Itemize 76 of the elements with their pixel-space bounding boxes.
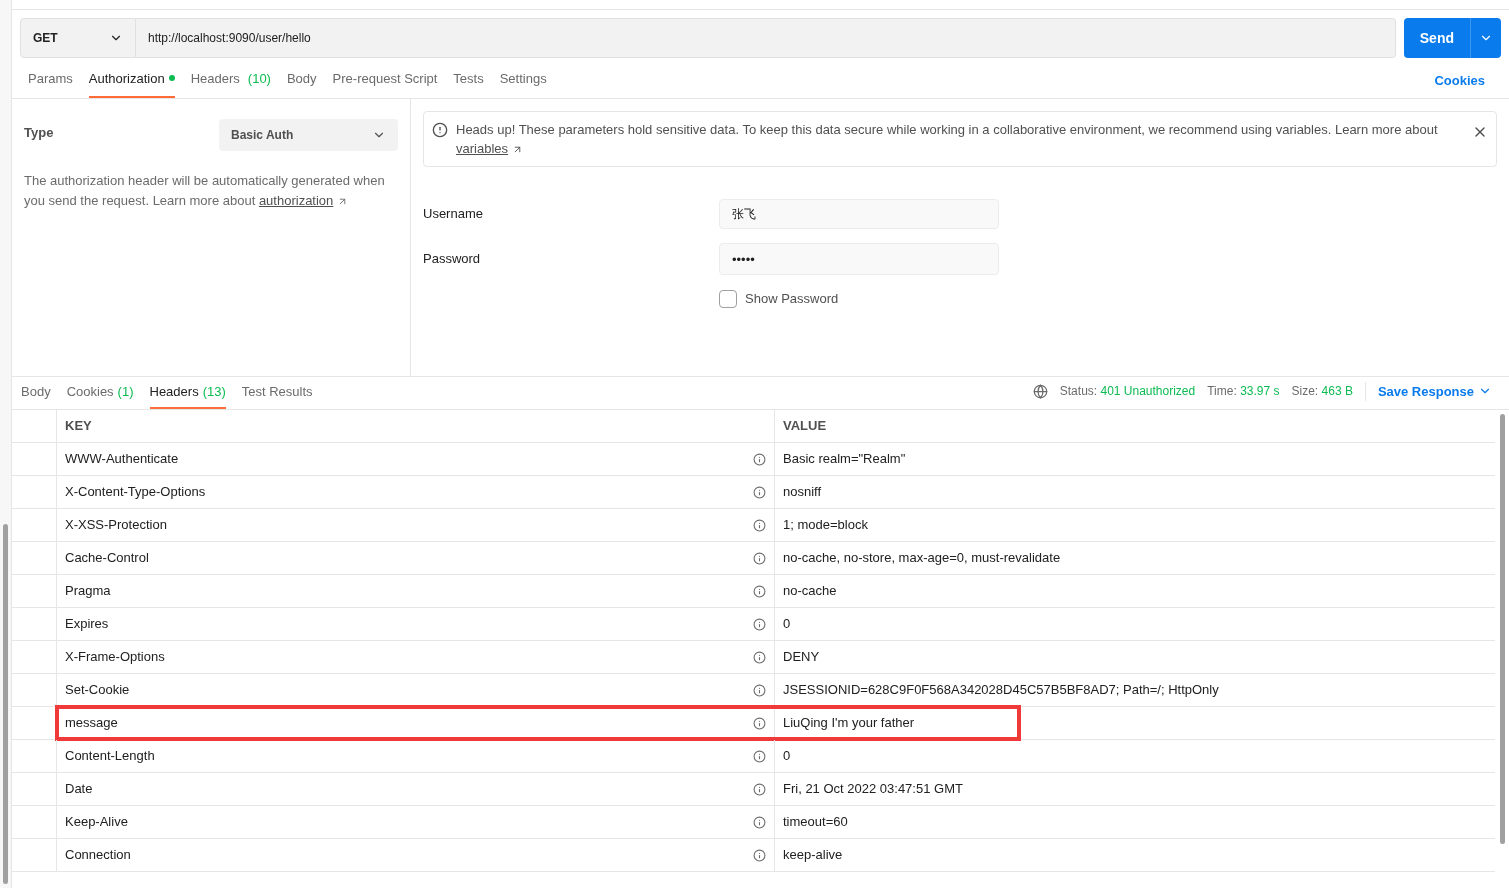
info-icon[interactable] xyxy=(753,584,766,598)
alert-icon xyxy=(432,122,448,138)
username-label: Username xyxy=(423,205,484,224)
response-tab[interactable]: Cookies (1) xyxy=(66,381,134,409)
header-key: WWW-Authenticate xyxy=(65,449,179,469)
info-icon[interactable] xyxy=(753,815,766,829)
header-value: no-cache, no-store, max-age=0, must-revalidate xyxy=(783,549,1061,568)
username-field[interactable]: 张飞 xyxy=(719,199,999,229)
info-icon[interactable] xyxy=(753,617,766,631)
header-key: Expires xyxy=(65,614,109,634)
variables-link[interactable]: variables xyxy=(456,141,509,156)
request-tab[interactable]: Settings xyxy=(499,68,547,98)
header-key: X-Content-Type-Options xyxy=(65,482,206,502)
header-value: 0 xyxy=(783,615,791,634)
header-key: message xyxy=(65,713,118,733)
request-tab[interactable]: Headers (10) xyxy=(190,68,271,98)
info-icon[interactable] xyxy=(753,683,766,697)
request-tab[interactable]: Tests xyxy=(453,68,484,98)
header-value: keep-alive xyxy=(783,846,843,865)
header-key: Connection xyxy=(65,845,131,865)
header-value: 1; mode=block xyxy=(783,516,868,535)
header-key: Pragma xyxy=(65,581,111,601)
status-label: Status: 401 Unauthorized xyxy=(1059,383,1196,401)
save-response-button[interactable]: Save Response xyxy=(1364,381,1492,401)
request-tab[interactable]: Pre-request Script xyxy=(332,68,438,98)
password-field[interactable]: ••••• xyxy=(719,243,999,275)
authorization-link[interactable]: authorization xyxy=(258,193,334,208)
column-header: VALUE xyxy=(782,417,828,436)
globe-icon[interactable] xyxy=(1032,383,1048,399)
header-value: LiuQing I'm your father xyxy=(783,714,915,733)
header-value: Fri, 21 Oct 2022 03:47:51 GMT xyxy=(783,780,963,799)
header-value: JSESSIONID=628C9F0F568A342028D45C57B5BF8AD7; Path=/; HttpOnly xyxy=(783,681,1219,700)
method-dropdown[interactable]: GET xyxy=(20,18,136,58)
auth-description: The authorization header will be automatically generated when you send the request. Learn more about authorization xyxy=(24,172,386,210)
cookies-link[interactable]: Cookies xyxy=(1434,70,1485,98)
header-value: timeout=60 xyxy=(783,813,848,832)
header-key: Cache-Control xyxy=(65,548,149,568)
header-value: no-cache xyxy=(783,582,837,601)
checkbox[interactable] xyxy=(719,289,737,308)
request-tab[interactable]: Body xyxy=(286,68,317,98)
info-icon[interactable] xyxy=(753,650,766,664)
request-tab[interactable]: Params xyxy=(28,68,73,98)
response-tab[interactable]: Test Results xyxy=(241,381,313,409)
header-key: X-Frame-Options xyxy=(65,647,165,667)
info-icon[interactable] xyxy=(753,716,766,730)
header-key: Content-Length xyxy=(65,746,155,766)
info-icon[interactable] xyxy=(753,551,766,565)
info-icon[interactable] xyxy=(753,518,766,532)
header-key: Keep-Alive xyxy=(65,812,128,832)
header-key: X-XSS-Protection xyxy=(65,515,167,535)
header-value: DENY xyxy=(783,648,820,667)
info-icon[interactable] xyxy=(753,485,766,499)
info-icon[interactable] xyxy=(753,782,766,796)
info-icon[interactable] xyxy=(753,452,766,466)
time-label: Time: 33.97 s xyxy=(1207,383,1280,401)
url-field[interactable]: http://localhost:9090/user/hello xyxy=(136,18,1396,58)
header-key: Set-Cookie xyxy=(65,680,130,700)
size-label: Size: 463 B xyxy=(1291,383,1353,401)
send-button[interactable]: Send xyxy=(1403,18,1501,58)
show-password-label: Show Password xyxy=(745,290,839,308)
header-value: 0 xyxy=(783,747,791,766)
column-header: KEY xyxy=(57,410,775,442)
scrollbar[interactable] xyxy=(3,524,8,884)
type-label: Type xyxy=(24,124,54,142)
auth-type-dropdown[interactable]: Basic Auth xyxy=(219,119,398,151)
response-tab[interactable]: Body xyxy=(21,381,51,409)
request-tab[interactable]: Authorization xyxy=(88,68,175,98)
notice-text: Heads up! These parameters hold sensitive data. To keep this data secure while working in a collaborative environment, we recommend using variables. Learn more about variables xyxy=(456,121,1439,158)
password-label: Password xyxy=(423,250,482,269)
info-icon[interactable] xyxy=(753,749,766,763)
header-value: nosniff xyxy=(783,483,822,502)
header-key: Date xyxy=(65,779,93,799)
response-tab[interactable]: Headers (13) xyxy=(149,381,226,409)
info-icon[interactable] xyxy=(753,848,766,862)
header-value: Basic realm="Realm" xyxy=(783,450,906,469)
scrollbar[interactable] xyxy=(1499,414,1505,844)
